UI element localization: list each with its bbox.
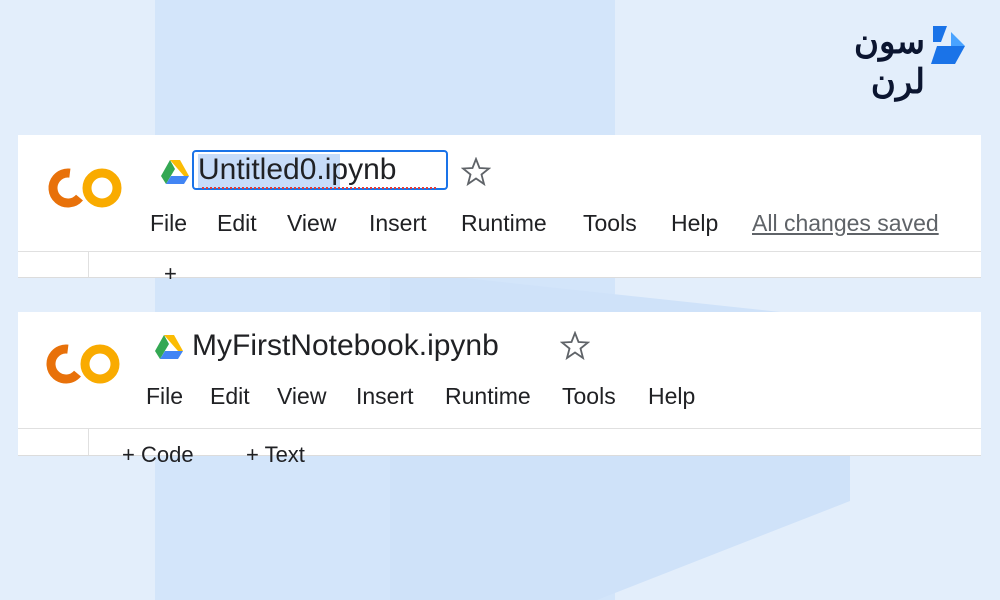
menu-edit[interactable]: Edit: [217, 210, 257, 237]
colab-logo-icon: [46, 344, 120, 384]
menu-runtime[interactable]: Runtime: [445, 383, 531, 410]
divider: [88, 252, 89, 277]
google-drive-icon: [161, 160, 189, 184]
menu-file[interactable]: File: [150, 210, 187, 237]
menu-insert[interactable]: Insert: [356, 383, 414, 410]
brand-name: سون لرن: [853, 23, 925, 101]
spellcheck-underline: [202, 187, 436, 189]
menu-help[interactable]: Help: [648, 383, 695, 410]
divider: [18, 428, 981, 429]
star-icon[interactable]: [560, 331, 590, 361]
menu-help[interactable]: Help: [671, 210, 718, 237]
notebook-header-untitled: Untitled0.ipynb File Edit View Insert Ru…: [18, 135, 981, 286]
notebook-title[interactable]: Untitled0.ipynb: [198, 153, 396, 187]
divider: [88, 429, 89, 455]
menu-insert[interactable]: Insert: [369, 210, 427, 237]
menu-view[interactable]: View: [277, 383, 326, 410]
colab-logo-icon: [48, 168, 122, 208]
toolbar-partial: +: [164, 261, 177, 286]
brand-mark-icon: [931, 26, 965, 64]
menu-tools[interactable]: Tools: [583, 210, 637, 237]
brand-logo: سون لرن: [795, 20, 970, 101]
add-code-button[interactable]: + Code: [122, 442, 194, 468]
add-text-button[interactable]: + Text: [246, 442, 305, 468]
menu-file[interactable]: File: [146, 383, 183, 410]
menu-runtime[interactable]: Runtime: [461, 210, 547, 237]
menu-edit[interactable]: Edit: [210, 383, 250, 410]
save-status[interactable]: All changes saved: [752, 210, 939, 237]
google-drive-icon: [155, 335, 183, 359]
menu-tools[interactable]: Tools: [562, 383, 616, 410]
menu-view[interactable]: View: [287, 210, 336, 237]
notebook-title[interactable]: MyFirstNotebook.ipynb: [192, 329, 499, 363]
notebook-header-renamed: MyFirstNotebook.ipynb File Edit View Ins…: [18, 312, 981, 467]
star-icon[interactable]: [461, 157, 491, 187]
divider: [18, 251, 981, 252]
